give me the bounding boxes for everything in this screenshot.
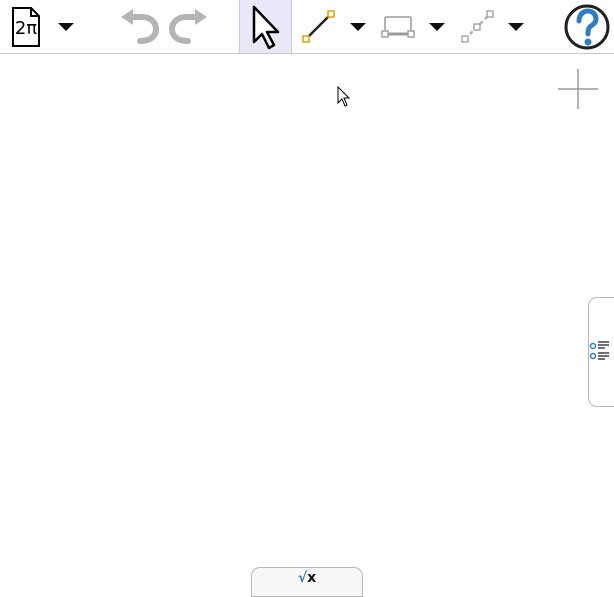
crosshair-plus-icon[interactable] [557, 68, 599, 110]
dashed-line-tool-button[interactable] [457, 0, 497, 53]
mouse-cursor-icon [337, 86, 351, 107]
undo-icon [121, 8, 160, 44]
drawing-canvas[interactable] [0, 54, 614, 592]
slider-dropdown[interactable] [425, 0, 449, 53]
document-dropdown[interactable] [54, 0, 78, 53]
document-button[interactable]: 2π [4, 0, 48, 53]
caret-down-icon [508, 22, 524, 31]
keyboard-toggle-tab[interactable]: √x [251, 567, 363, 597]
dashed-line-dropdown[interactable] [504, 0, 528, 53]
segment-dropdown[interactable] [346, 0, 370, 53]
caret-down-icon [429, 22, 445, 31]
move-tool-button[interactable] [239, 0, 292, 53]
dashed-segment-icon [461, 9, 494, 43]
help-button[interactable] [561, 0, 613, 53]
algebra-list-icon [589, 341, 609, 360]
slider-tool-button[interactable] [378, 0, 418, 53]
keyboard-variable: x [307, 570, 317, 586]
square-root-symbol: √ [297, 570, 308, 586]
toolbar: 2π [0, 0, 614, 54]
side-panel-toggle[interactable] [588, 297, 614, 407]
segment-icon [302, 9, 335, 43]
slider-icon [381, 15, 415, 38]
caret-down-icon [58, 22, 74, 31]
document-label: 2π [14, 17, 38, 39]
redo-button[interactable] [166, 0, 214, 53]
undo-button[interactable] [114, 0, 162, 53]
pointer-arrow-icon [252, 5, 279, 49]
help-icon [564, 4, 610, 49]
segment-tool-button[interactable] [298, 0, 338, 53]
keyboard-icon: √x [298, 570, 316, 596]
redo-icon [168, 8, 207, 44]
caret-down-icon [350, 22, 366, 31]
